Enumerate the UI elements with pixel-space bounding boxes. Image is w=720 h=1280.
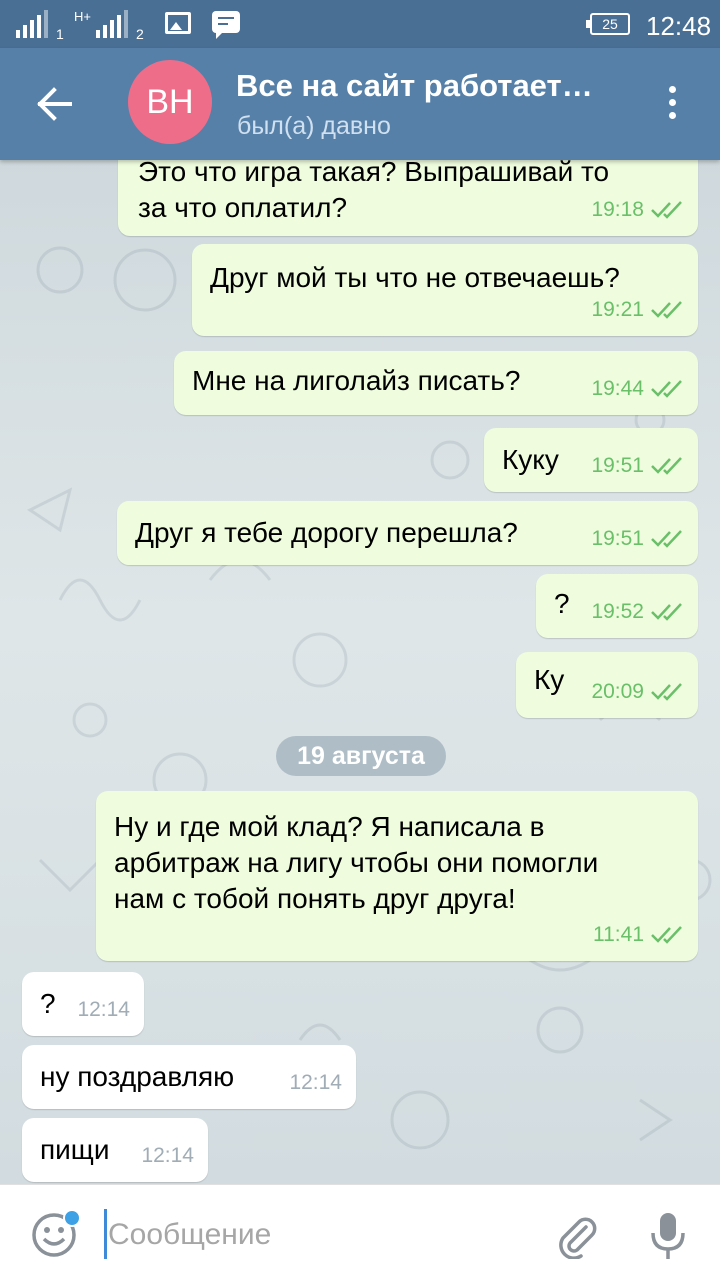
message-time: 19:44	[591, 377, 644, 400]
message-time: 12:14	[289, 1071, 342, 1094]
message-input-bar	[0, 1184, 720, 1280]
chat-title[interactable]: Все на сайт работает…	[236, 68, 593, 104]
double-check-icon	[651, 201, 682, 219]
message-list[interactable]: Это что игра такая? Выпрашивай то за что…	[0, 160, 720, 1184]
double-check-icon	[651, 301, 682, 319]
message-bubble-incoming[interactable]: ? 12:14	[22, 972, 144, 1036]
sim2-label: 2	[136, 26, 144, 42]
message-meta: 12:14	[141, 1138, 194, 1174]
date-separator: 19 августа	[276, 736, 446, 776]
sim1-label: 1	[56, 26, 64, 42]
message-meta: 19:21	[591, 292, 684, 328]
double-check-icon	[651, 926, 682, 944]
signal-icon-sim1	[16, 10, 48, 38]
message-text-line: Это что игра такая? Выпрашивай то	[138, 160, 610, 187]
double-check-icon	[651, 457, 682, 475]
message-text: Ну и где мой клад? Я написала в арбитраж…	[114, 809, 598, 917]
message-time: 19:52	[591, 600, 644, 623]
double-check-icon	[651, 380, 682, 398]
message-bubble-outgoing[interactable]: Ку 20:09	[516, 652, 698, 718]
image-notification-icon	[165, 12, 191, 34]
message-meta: 12:14	[289, 1065, 342, 1101]
message-meta: 19:18	[591, 192, 684, 228]
message-bubble-outgoing[interactable]: Мне на лиголайз писать? 19:44	[174, 351, 698, 415]
message-time: 19:51	[591, 454, 644, 477]
message-time: 11:41	[593, 923, 644, 946]
message-meta: 19:51	[591, 521, 684, 557]
message-bubble-outgoing[interactable]: Друг мой ты что не отвечаешь? 19:21	[192, 244, 698, 336]
chat-status: был(а) давно	[237, 112, 391, 140]
message-bubble-outgoing[interactable]: Это что игра такая? Выпрашивай то за что…	[118, 160, 698, 236]
message-text-line: нам с тобой понять друг друга!	[114, 883, 516, 914]
message-text-line: Ну и где мой клад? Я написала в	[114, 811, 545, 842]
message-notification-icon	[212, 11, 240, 39]
message-text-line: арбитраж на лигу чтобы они помогли	[114, 847, 599, 878]
message-text: ?	[40, 988, 56, 1019]
text-cursor	[104, 1209, 107, 1259]
message-time: 12:14	[141, 1144, 194, 1167]
message-bubble-incoming[interactable]: пищи 12:14	[22, 1118, 208, 1182]
emoji-badge-dot	[63, 1209, 81, 1227]
status-bar: 1 H+ 2 25 12:48	[0, 0, 720, 48]
message-meta: 19:52	[591, 594, 684, 630]
message-text-line: за что оплатил?	[138, 192, 348, 223]
message-meta: 20:09	[591, 674, 684, 710]
double-check-icon	[651, 530, 682, 548]
message-text: Ку	[534, 664, 565, 695]
message-text: ну поздравляю	[40, 1061, 235, 1092]
message-bubble-outgoing[interactable]: ? 19:52	[536, 574, 698, 638]
more-vertical-icon[interactable]	[666, 86, 678, 126]
message-text: Куку	[502, 444, 559, 475]
message-text: Мне на лиголайз писать?	[192, 365, 521, 396]
status-clock: 12:48	[646, 11, 712, 41]
message-text: Друг я тебе дорогу перешла?	[135, 517, 518, 548]
message-time: 19:21	[591, 298, 644, 321]
message-time: 20:09	[591, 680, 644, 703]
message-text: Друг мой ты что не отвечаешь?	[210, 262, 620, 293]
message-text: пищи	[40, 1134, 110, 1165]
message-bubble-outgoing[interactable]: Друг я тебе дорогу перешла? 19:51	[117, 501, 698, 565]
message-meta: 19:51	[591, 448, 684, 484]
message-bubble-outgoing[interactable]: Куку 19:51	[484, 428, 698, 492]
double-check-icon	[651, 683, 682, 701]
avatar[interactable]: BH	[128, 60, 212, 144]
network-type-label: H+	[74, 9, 91, 24]
message-time: 12:14	[77, 998, 130, 1021]
message-time: 19:51	[591, 527, 644, 550]
battery-icon: 25	[586, 13, 630, 35]
message-bubble-incoming[interactable]: ну поздравляю 12:14	[22, 1045, 356, 1109]
message-meta: 19:44	[591, 371, 684, 407]
message-input[interactable]	[108, 1215, 528, 1255]
message-meta: 11:41	[593, 917, 684, 953]
microphone-icon[interactable]	[648, 1209, 688, 1263]
message-time: 19:18	[591, 198, 644, 221]
signal-icon-sim2	[96, 10, 128, 38]
message-bubble-outgoing[interactable]: Ну и где мой клад? Я написала в арбитраж…	[96, 791, 698, 961]
double-check-icon	[651, 603, 682, 621]
arrow-left-icon[interactable]	[30, 84, 80, 124]
message-meta: 12:14	[77, 992, 130, 1028]
chat-header: BH Все на сайт работает… был(а) давно	[0, 48, 720, 160]
paperclip-icon[interactable]	[552, 1211, 600, 1260]
message-text: Это что игра такая? Выпрашивай то за что…	[138, 160, 609, 226]
message-text: ?	[554, 588, 570, 619]
